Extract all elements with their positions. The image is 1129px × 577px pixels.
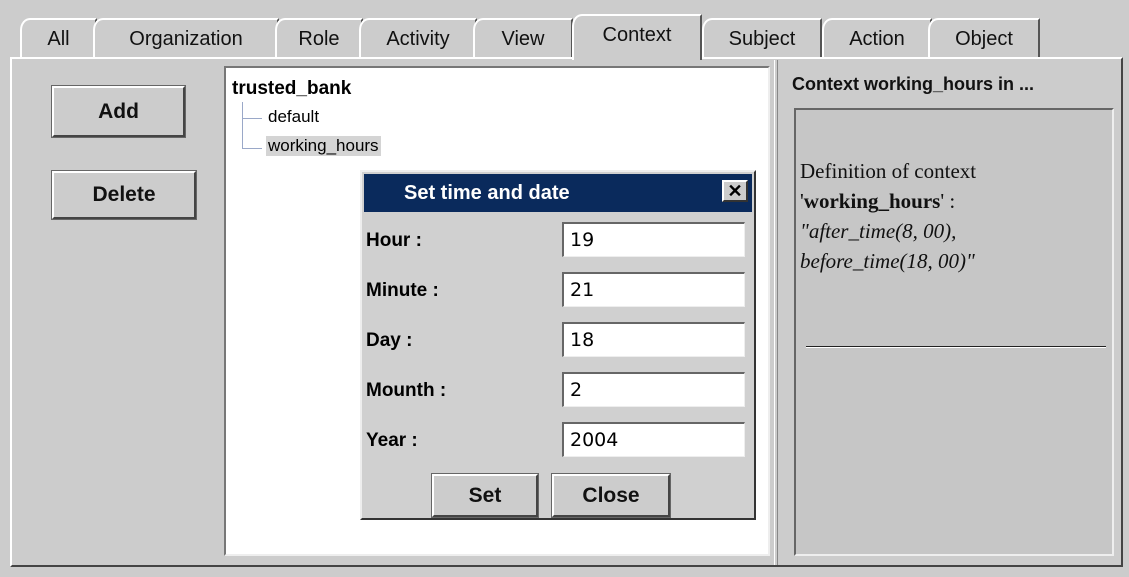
add-button[interactable]: Add [51, 85, 186, 138]
tree-connector [242, 148, 262, 149]
year-input[interactable] [562, 422, 745, 457]
quote-close: ' : [940, 189, 956, 213]
set-time-date-dialog: Set time and date ✕ Hour : Minute : Day … [360, 170, 756, 520]
tab-role[interactable]: Role [275, 18, 363, 58]
tab-activity[interactable]: Activity [359, 18, 477, 58]
definition-name-line: 'working_hours' : [800, 186, 1105, 216]
day-input[interactable] [562, 322, 745, 357]
tree-node-working-hours[interactable]: working_hours [266, 136, 381, 156]
dialog-title-bar[interactable]: Set time and date [364, 174, 752, 212]
detail-title: Context working_hours in ... [792, 74, 1035, 94]
month-label: Mounth : [366, 380, 447, 401]
year-label: Year : [366, 430, 418, 451]
definition-expression-2: before_time(18, 00)" [800, 249, 975, 273]
tree-node-default[interactable]: default [266, 107, 321, 127]
tree-root-trusted-bank[interactable]: trusted_bank [232, 78, 351, 100]
tab-action[interactable]: Action [822, 18, 932, 58]
tab-view[interactable]: View [473, 18, 573, 58]
minute-input[interactable] [562, 272, 745, 307]
close-button[interactable]: Close [551, 473, 671, 518]
day-label: Day : [366, 330, 413, 351]
close-icon[interactable]: ✕ [722, 180, 748, 202]
tab-context[interactable]: Context [572, 14, 702, 60]
tab-organization[interactable]: Organization [93, 18, 279, 58]
delete-button[interactable]: Delete [51, 170, 197, 220]
horizontal-rule [806, 346, 1106, 348]
definition-expression-1: "after_time(8, 00), [800, 219, 957, 243]
tab-object[interactable]: Object [928, 18, 1040, 58]
set-button[interactable]: Set [431, 473, 539, 518]
tree-connector [242, 118, 262, 119]
tab-subject[interactable]: Subject [702, 18, 822, 58]
tab-bar: All Organization Role Activity View Cont… [0, 0, 1129, 60]
dialog-title: Set time and date [404, 181, 570, 204]
context-definition-text: Definition of context 'working_hours' : … [800, 156, 1105, 276]
tree-connector [242, 102, 243, 149]
hour-label: Hour : [366, 230, 422, 251]
context-definition-panel: Definition of context 'working_hours' : … [794, 108, 1114, 556]
hour-input[interactable] [562, 222, 745, 257]
split-divider[interactable] [774, 60, 778, 565]
tab-all[interactable]: All [20, 18, 97, 58]
minute-label: Minute : [366, 280, 439, 301]
definition-line: Definition of context [800, 159, 977, 183]
context-name: working_hours [803, 189, 941, 213]
month-input[interactable] [562, 372, 745, 407]
